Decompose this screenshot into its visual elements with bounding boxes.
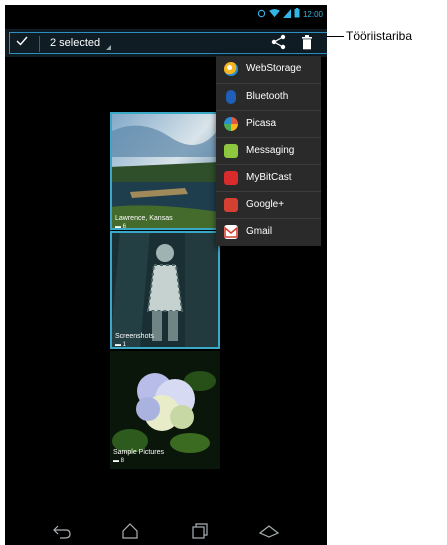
callout-line [327,36,344,37]
album-name: Sample Pictures [113,449,164,456]
alarm-icon [257,9,266,20]
selection-count-label[interactable]: 2 selected [50,37,100,49]
signal-icon [282,8,291,20]
toolbar-divider [39,36,40,52]
menu-item-mybitcast[interactable]: MyBitCast [216,164,321,191]
bluetooth-icon [226,90,236,104]
album-thumbnail [112,233,218,347]
folder-icon: ▬ [115,342,121,348]
status-bar: 12:00 [5,5,327,29]
album-tile[interactable]: Screenshots ▬ 1 [110,231,220,349]
done-check-icon[interactable] [15,34,31,52]
album-name: Lawrence, Kansas [115,215,173,222]
share-icon[interactable] [271,34,289,52]
google-plus-icon [224,198,238,212]
menu-item-messaging[interactable]: Messaging [216,137,321,164]
album-name: Screenshots [115,333,154,340]
recent-apps-icon[interactable] [190,522,212,542]
back-icon[interactable] [52,522,74,542]
album-count: ▬ 6 [115,224,127,230]
menu-item-webstorage[interactable]: WebStorage [216,56,321,83]
battery-icon [294,8,300,20]
navigation-bar [5,520,327,545]
share-menu: WebStorage Bluetooth Picasa Messaging My… [216,56,321,246]
menu-item-gmail[interactable]: Gmail [216,218,321,245]
mybitcast-icon [224,171,238,185]
wifi-icon [269,8,280,20]
menu-item-picasa[interactable]: Picasa [216,110,321,137]
album-count: ▬ 8 [113,458,125,464]
webstorage-icon [224,62,238,76]
album-tile[interactable]: Lawrence, Kansas ▬ 6 [110,112,220,230]
home-icon[interactable] [120,522,142,542]
album-count: ▬ 1 [115,342,127,348]
menu-item-bluetooth[interactable]: Bluetooth [216,83,321,110]
gmail-icon [224,225,238,239]
menu-item-google-plus[interactable]: Google+ [216,191,321,218]
picasa-icon [224,117,238,131]
folder-icon: ▬ [115,224,121,230]
folder-icon: ▬ [113,458,119,464]
menu-chevron-icon[interactable] [257,522,280,542]
album-thumbnail [112,114,218,228]
dropdown-triangle-icon[interactable] [106,45,111,50]
album-tile[interactable]: Sample Pictures ▬ 8 [110,351,220,469]
trash-icon[interactable] [301,35,315,51]
messaging-icon [224,144,238,158]
callout-label: Tööriistariba [346,29,413,43]
tablet-screen: 12:00 2 selected Lawrence, Kansas ▬ 6 Sc… [5,5,327,545]
status-time: 12:00 [302,9,323,19]
